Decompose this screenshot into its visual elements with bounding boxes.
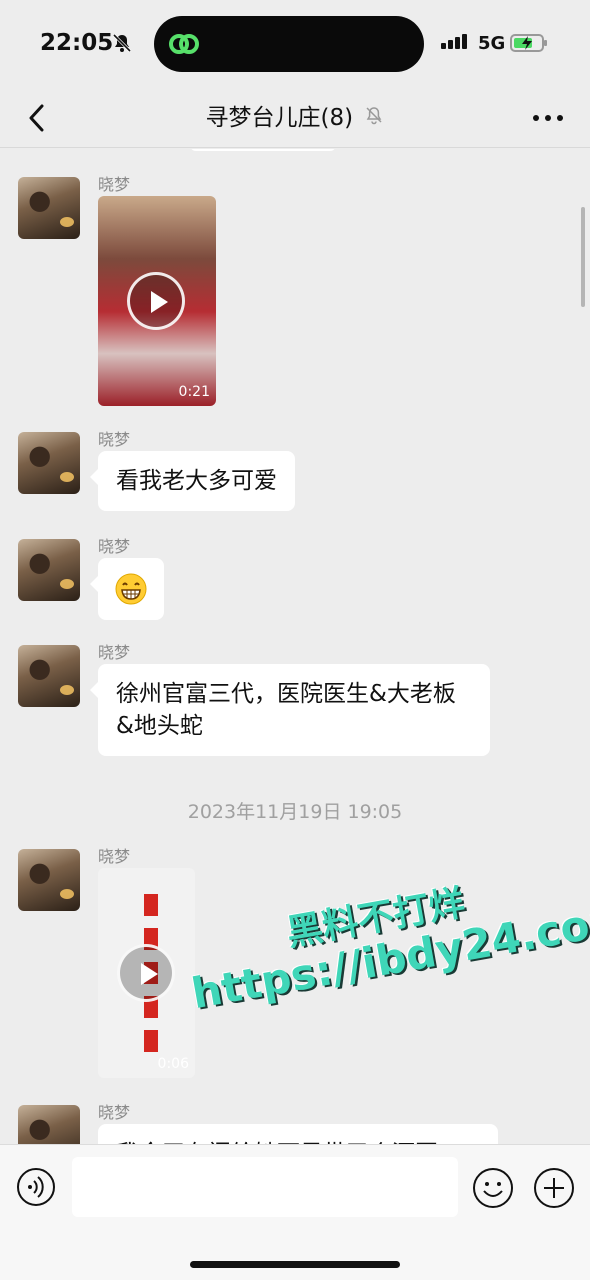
signal-icon <box>441 34 467 49</box>
message-input[interactable] <box>72 1157 458 1217</box>
video-duration: 0:06 <box>157 1056 189 1072</box>
video-duration: 0:21 <box>178 384 210 400</box>
previous-message-bubble <box>190 149 336 151</box>
bell-slash-icon <box>366 107 382 125</box>
emoji-icon[interactable] <box>472 1167 514 1209</box>
sender-name: 晓梦 <box>98 1103 131 1122</box>
app-link-icon <box>169 34 199 54</box>
avatar[interactable] <box>18 849 80 911</box>
video-message[interactable]: 0:21 <box>98 196 216 406</box>
sender-name: 晓梦 <box>98 537 131 556</box>
emoji-message[interactable] <box>90 558 164 620</box>
message-bubble[interactable]: 看我老大多可爱 <box>90 451 295 511</box>
video-message[interactable]: 0:06 <box>98 868 195 1078</box>
dynamic-island <box>154 16 424 72</box>
avatar[interactable] <box>18 539 80 601</box>
bell-slash-icon <box>112 33 132 53</box>
voice-icon[interactable] <box>16 1167 56 1207</box>
sender-name: 晓梦 <box>98 175 131 194</box>
more-dots-icon[interactable] <box>528 98 568 138</box>
avatar[interactable] <box>18 1105 80 1144</box>
play-icon[interactable] <box>127 272 185 330</box>
sender-name: 晓梦 <box>98 430 131 449</box>
time-divider: 2023年11月19日 19:05 <box>187 801 403 823</box>
avatar[interactable] <box>18 432 80 494</box>
sender-name: 晓梦 <box>98 643 131 662</box>
network-type: 5G <box>478 33 506 54</box>
message-bubble[interactable]: 徐州官富三代，医院医生&大老板&地头蛇 <box>90 664 490 756</box>
chat-header: 寻梦台儿庄(8) <box>0 88 590 148</box>
message-bubble[interactable]: 我今天在门给她可是带了个酒回 <box>98 1124 498 1144</box>
home-indicator[interactable] <box>190 1261 400 1268</box>
status-bar: 22:05 5G <box>0 0 590 88</box>
status-time: 22:05 <box>40 30 114 56</box>
battery-charging-icon <box>510 34 547 52</box>
avatar[interactable] <box>18 177 80 239</box>
sender-name: 晓梦 <box>98 847 131 866</box>
input-bar <box>0 1144 590 1280</box>
chat-title: 寻梦台儿庄(8) <box>205 105 354 131</box>
play-icon[interactable] <box>117 944 175 1002</box>
plus-circle-icon[interactable] <box>533 1167 575 1209</box>
avatar[interactable] <box>18 645 80 707</box>
grinning-emoji-icon <box>115 573 147 605</box>
scrollbar[interactable] <box>581 207 585 307</box>
chat-title-wrap[interactable]: 寻梦台儿庄(8) <box>0 98 590 132</box>
